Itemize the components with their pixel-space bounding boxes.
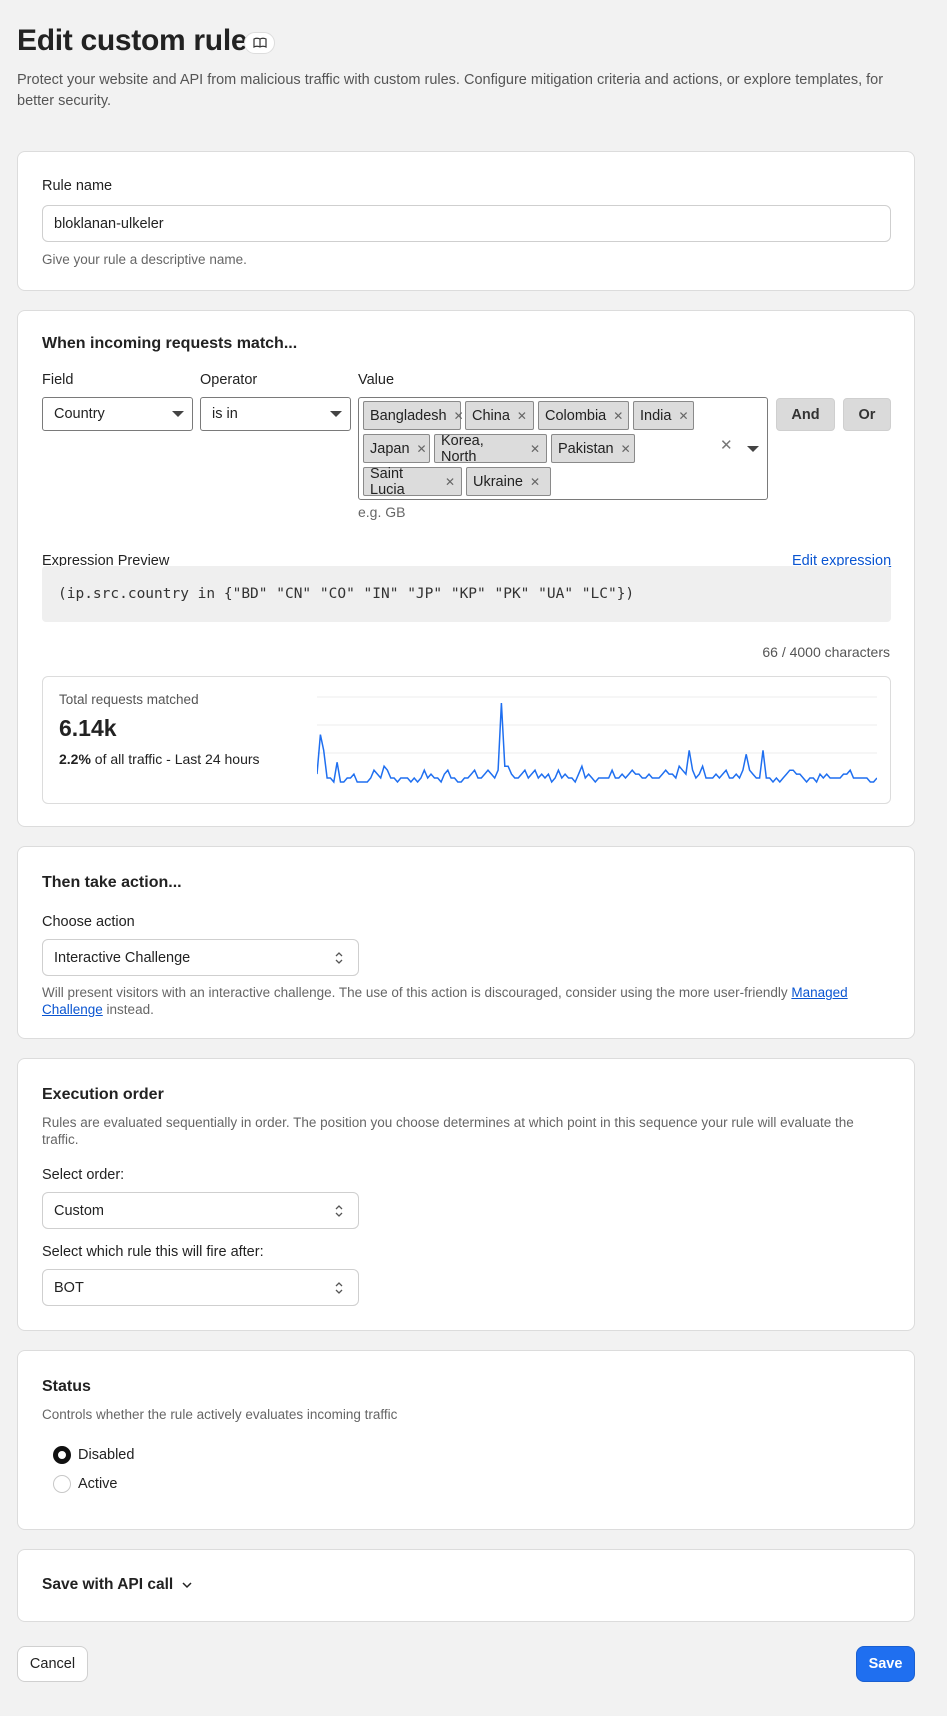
stats-label: Total requests matched — [59, 692, 199, 707]
status-description: Controls whether the rule actively evalu… — [42, 1407, 398, 1422]
remove-icon[interactable]: ✕ — [678, 409, 688, 423]
fire-after-select[interactable]: BOT — [42, 1269, 359, 1306]
action-title: Then take action... — [42, 874, 182, 891]
save-api-toggle[interactable]: Save with API call — [42, 1576, 192, 1594]
chip-colombia[interactable]: Colombia ✕ — [538, 401, 629, 430]
value-hint: e.g. GB — [358, 504, 406, 520]
remove-icon[interactable]: ✕ — [517, 409, 527, 423]
chip-bangladesh[interactable]: Bangladesh ✕ — [363, 401, 464, 430]
operator-select[interactable]: is in — [200, 397, 351, 431]
choose-action-label: Choose action — [42, 914, 135, 930]
select-order-label: Select order: — [42, 1167, 125, 1183]
remove-icon[interactable]: ✕ — [454, 409, 464, 423]
page-title: Edit custom rule — [17, 24, 248, 57]
chart-series-line — [317, 702, 877, 784]
value-multiselect[interactable]: Bangladesh ✕ China ✕ Colombia ✕ India ✕ Japa… — [358, 397, 768, 500]
fire-after-label: Select which rule this will fire after: — [42, 1244, 264, 1260]
api-card: Save with API call — [17, 1549, 915, 1622]
chip-china[interactable]: China ✕ — [465, 401, 534, 430]
action-select[interactable]: Interactive Challenge — [42, 939, 359, 976]
remove-icon[interactable]: ✕ — [417, 442, 427, 456]
execution-title: Execution order — [42, 1086, 164, 1103]
remove-icon[interactable]: ✕ — [445, 475, 455, 489]
rule-name-input[interactable]: bloklanan-ulkeler — [42, 205, 891, 242]
updown-chevron-icon — [335, 1204, 343, 1217]
stats-total: 6.14k — [59, 715, 117, 741]
remove-icon[interactable]: ✕ — [530, 442, 540, 456]
status-title: Status — [42, 1378, 91, 1395]
action-value: Interactive Challenge — [54, 949, 191, 966]
field-value: Country — [54, 406, 105, 422]
execution-order-card: Execution order Rules are evaluated sequ… — [17, 1058, 915, 1331]
status-card: Status Controls whether the rule activel… — [17, 1350, 915, 1530]
chip-ukraine[interactable]: Ukraine ✕ — [466, 467, 551, 496]
stats-percent-line: 2.2% of all traffic - Last 24 hours — [59, 751, 260, 767]
chevron-down-icon[interactable] — [747, 445, 759, 452]
order-value: Custom — [54, 1202, 104, 1219]
updown-chevron-icon — [335, 951, 343, 964]
fire-after-value: BOT — [54, 1279, 84, 1296]
traffic-sparkline-chart — [317, 696, 877, 784]
action-card: Then take action... Choose action Intera… — [17, 846, 915, 1039]
page-description: Protect your website and API from malici… — [17, 72, 884, 109]
execution-description: Rules are evaluated sequentially in orde… — [42, 1115, 854, 1147]
save-api-label: Save with API call — [42, 1576, 174, 1593]
or-button[interactable]: Or — [843, 398, 891, 431]
chip-india[interactable]: India ✕ — [633, 401, 694, 430]
chip-japan[interactable]: Japan ✕ — [363, 434, 430, 463]
remove-icon[interactable]: ✕ — [613, 409, 623, 423]
status-disabled-radio[interactable] — [53, 1446, 71, 1464]
chevron-down-icon — [182, 1582, 192, 1589]
remove-icon[interactable]: ✕ — [621, 442, 631, 456]
chip-pakistan[interactable]: Pakistan ✕ — [551, 434, 635, 463]
stats-panel: Total requests matched 6.14k 2.2% of all… — [42, 676, 891, 804]
remove-icon[interactable]: ✕ — [530, 475, 540, 489]
status-active-radio[interactable] — [53, 1475, 71, 1493]
stats-percent: 2.2% — [59, 751, 91, 767]
book-icon — [252, 37, 267, 48]
cancel-button[interactable]: Cancel — [17, 1646, 88, 1682]
char-count: 66 / 4000 characters — [762, 644, 890, 660]
value-label: Value — [358, 372, 395, 388]
status-active-label[interactable]: Active — [78, 1476, 118, 1492]
rule-name-value: bloklanan-ulkeler — [54, 215, 164, 232]
save-button[interactable]: Save — [856, 1646, 915, 1682]
operator-label: Operator — [200, 372, 258, 388]
stats-suffix: of all traffic - Last 24 hours — [90, 751, 260, 767]
field-select[interactable]: Country — [42, 397, 193, 431]
docs-book-button[interactable] — [244, 32, 275, 54]
match-title: When incoming requests match... — [42, 335, 298, 352]
order-select[interactable]: Custom — [42, 1192, 359, 1229]
chevron-down-icon — [172, 411, 184, 417]
match-card: When incoming requests match... Field Co… — [17, 310, 915, 827]
status-disabled-label[interactable]: Disabled — [78, 1447, 134, 1463]
chip-saint-lucia[interactable]: Saint Lucia ✕ — [363, 466, 462, 498]
chevron-down-icon — [330, 411, 342, 417]
operator-value: is in — [212, 406, 238, 422]
updown-chevron-icon — [335, 1281, 343, 1294]
rule-name-card: Rule name bloklanan-ulkeler Give your ru… — [17, 151, 915, 291]
and-button[interactable]: And — [776, 398, 835, 431]
rule-name-help: Give your rule a descriptive name. — [42, 252, 247, 267]
chip-korea-north[interactable]: Korea, North ✕ — [434, 433, 547, 465]
expression-preview: (ip.src.country in {"BD" "CN" "CO" "IN" … — [42, 566, 891, 622]
field-label: Field — [42, 372, 74, 388]
clear-all-icon[interactable]: ✕ — [720, 436, 733, 454]
rule-name-label: Rule name — [42, 178, 113, 194]
action-help: Will present visitors with an interactiv… — [42, 985, 848, 1017]
